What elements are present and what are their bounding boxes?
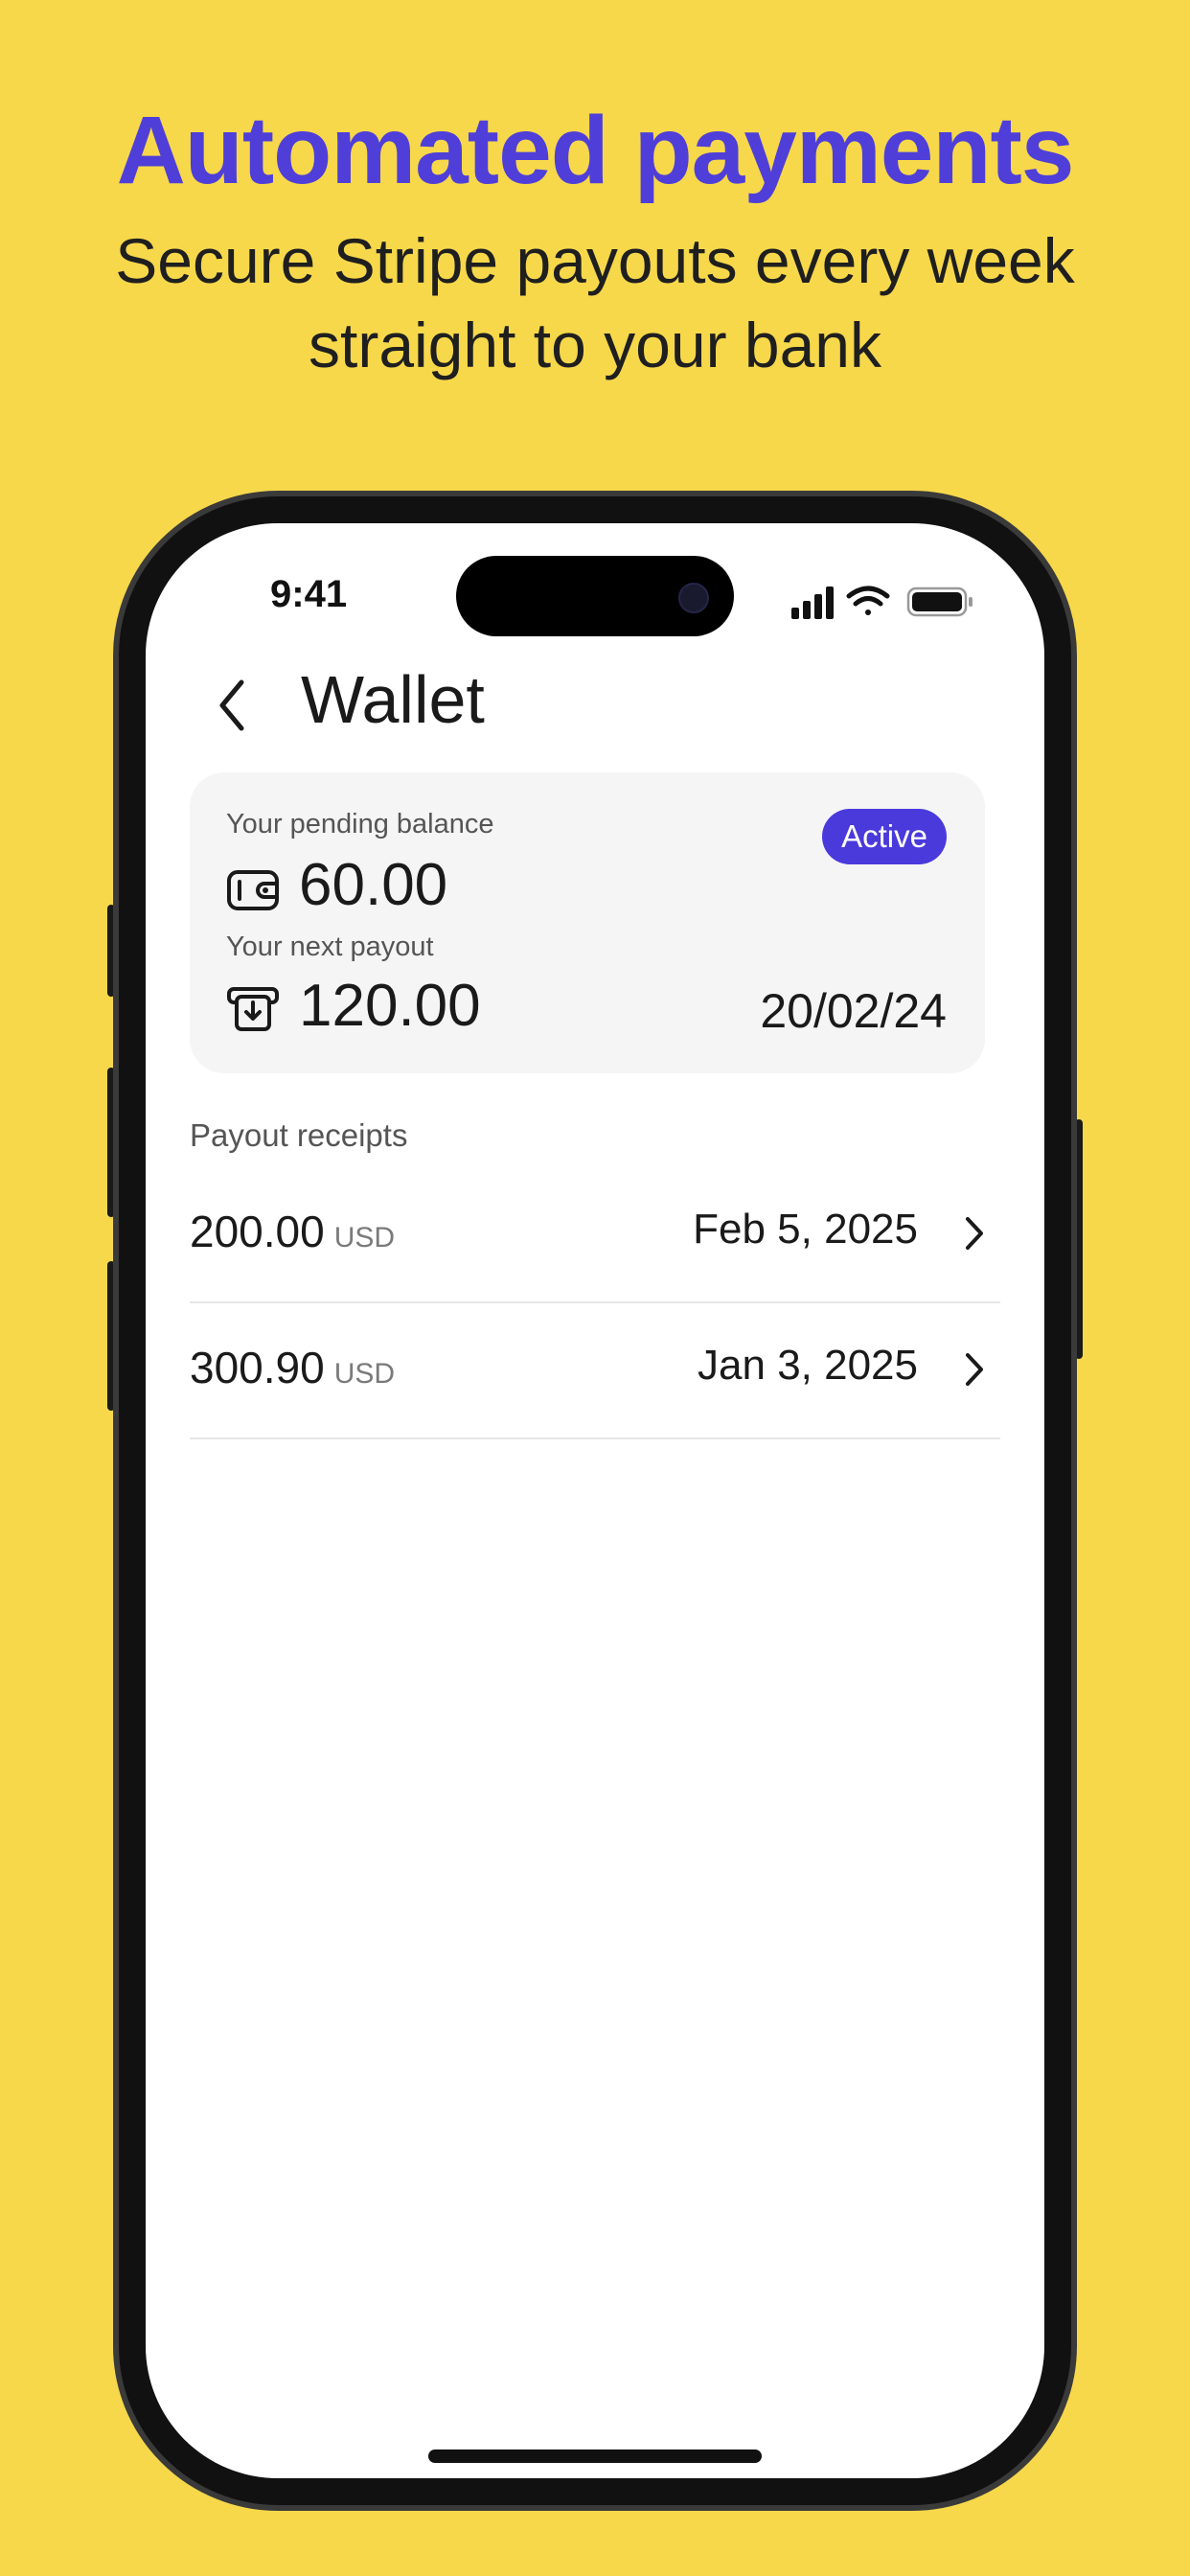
receipt-amount: 200.00 USD [190, 1206, 395, 1257]
wifi-icon [846, 586, 890, 615]
battery-icon [906, 586, 973, 617]
next-payout-value: 120.00 [299, 973, 481, 1039]
dynamic-island [456, 556, 734, 636]
pending-balance-value: 60.00 [299, 852, 448, 918]
pending-balance-label: Your pending balance [226, 809, 494, 840]
status-icons [790, 583, 981, 621]
home-indicator[interactable] [428, 2450, 762, 2463]
camera-icon [678, 583, 709, 613]
receipt-date: Feb 5, 2025 [693, 1206, 918, 1253]
receipt-date: Jan 3, 2025 [698, 1342, 918, 1389]
status-badge: Active [822, 809, 947, 864]
page-subheadline: Secure Stripe payouts every week straigh… [57, 218, 1133, 387]
receipt-amount-value: 200.00 [190, 1207, 325, 1256]
phone-screen: 9:41 Wallet Your pending balance 60.00 A… [146, 523, 1044, 2478]
page-title: Wallet [301, 662, 485, 737]
next-payout-date: 20/02/24 [760, 984, 947, 1038]
subheadline-line-1: Secure Stripe payouts every week [115, 225, 1075, 296]
receipt-currency: USD [333, 1222, 396, 1254]
receipt-row[interactable]: 200.00 USD Feb 5, 2025 [190, 1167, 1000, 1303]
receipts-section-title: Payout receipts [190, 1117, 408, 1153]
back-button[interactable] [203, 667, 261, 744]
receipt-amount: 300.90 USD [190, 1342, 395, 1393]
chevron-left-icon [219, 679, 244, 731]
status-time: 9:41 [270, 573, 348, 615]
signal-icon [791, 586, 834, 619]
chevron-right-icon [966, 1353, 983, 1386]
subheadline-line-2: straight to your bank [309, 310, 881, 380]
wallet-icon [227, 870, 279, 910]
chevron-right-icon [966, 1217, 983, 1250]
receipt-row[interactable]: 300.90 USD Jan 3, 2025 [190, 1303, 1000, 1439]
page-headline: Automated payments [116, 97, 1075, 204]
balance-card: Your pending balance 60.00 Active Your n… [190, 772, 985, 1073]
next-payout-label: Your next payout [226, 932, 434, 962]
payout-icon [227, 987, 279, 1031]
receipt-currency: USD [333, 1358, 396, 1390]
receipt-amount-value: 300.90 [190, 1343, 325, 1392]
